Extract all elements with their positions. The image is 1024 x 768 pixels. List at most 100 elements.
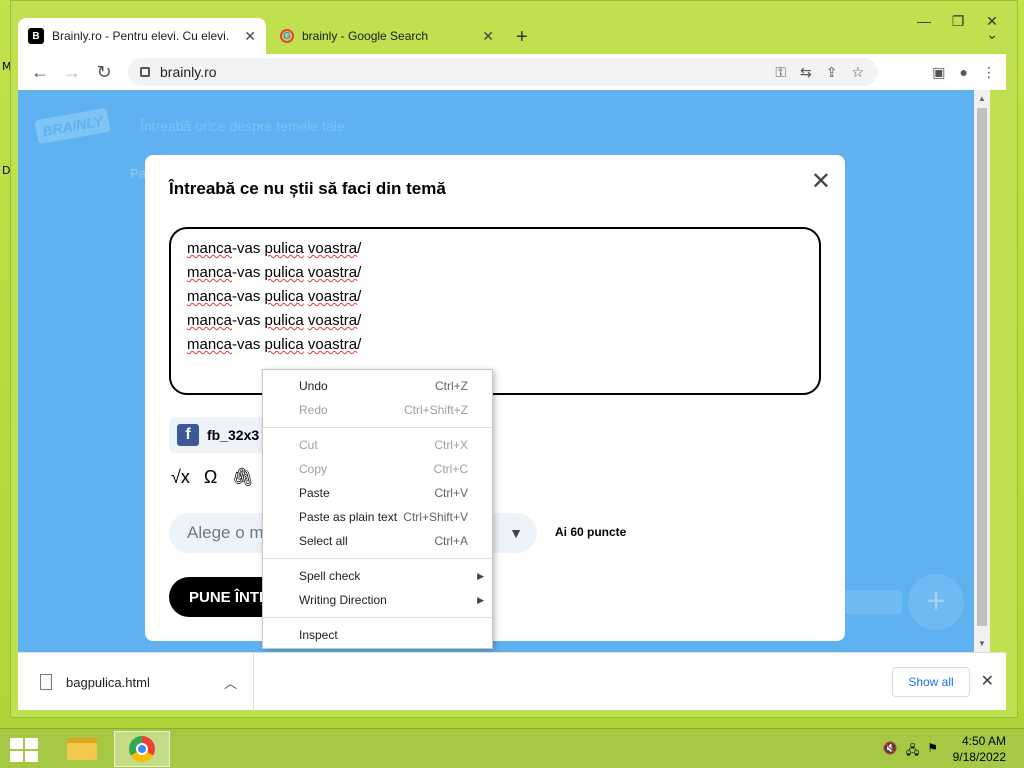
clock-time: 4:50 AM xyxy=(961,734,1006,748)
menu-item-select-all[interactable]: Select all Ctrl+A xyxy=(263,529,492,553)
menu-item-shortcut: Ctrl+X xyxy=(434,438,468,452)
editor-tools: √x Ω 🖇 xyxy=(171,467,254,488)
submenu-arrow-icon: ▶ xyxy=(477,570,484,581)
browser-toolbar: ← → ↻ brainly.ro ⚿ ⇆ ⇪ ☆ ▣ ● ⋮ xyxy=(18,54,1006,90)
show-all-button[interactable]: Show all xyxy=(892,667,970,697)
math-formula-icon[interactable]: √x xyxy=(171,467,190,488)
close-modal-icon[interactable]: ✕ xyxy=(811,167,831,196)
toolbar-right: ▣ ● ⋮ xyxy=(932,64,996,81)
star-icon[interactable]: ☆ xyxy=(851,64,864,81)
scroll-down-icon[interactable]: ▼ xyxy=(978,639,986,648)
menu-item-label: Cut xyxy=(299,438,318,452)
menu-item-spell-check[interactable]: Spell check ▶ xyxy=(263,564,492,588)
menu-item-label: Paste as plain text xyxy=(299,510,398,524)
text-line: manca-vas pulica voastra/ xyxy=(187,240,362,257)
menu-item-cut: Cut Ctrl+X xyxy=(263,433,492,457)
volume-muted-icon[interactable]: 🔇 xyxy=(883,741,898,762)
close-tab-icon[interactable]: ✕ xyxy=(482,28,494,45)
download-item[interactable]: bagpulica.html ︿ xyxy=(18,653,254,711)
new-tab-button[interactable]: + xyxy=(516,26,528,49)
menu-item-shortcut: Ctrl+Shift+Z xyxy=(403,403,468,417)
menu-item-paste[interactable]: Paste Ctrl+V xyxy=(263,481,492,505)
scrollbar-thumb[interactable] xyxy=(977,108,987,626)
background-search: Întreabă orice despre temele tale xyxy=(140,118,345,134)
omnibox-actions: ⚿ ⇆ ⇪ ☆ xyxy=(775,64,864,81)
menu-item-shortcut: Ctrl+Shift+V xyxy=(403,510,468,524)
submenu-arrow-icon: ▶ xyxy=(477,594,484,605)
tab-search-chevron-icon[interactable]: ⌄ xyxy=(986,26,998,43)
key-icon[interactable]: ⚿ xyxy=(775,64,786,81)
tab-title: brainly - Google Search xyxy=(302,29,429,43)
attachment-name: fb_32x3 xyxy=(207,427,260,443)
menu-item-paste-as-plain-text[interactable]: Paste as plain text Ctrl+Shift+V xyxy=(263,505,492,529)
system-clock[interactable]: 4:50 AM 9/18/2022 xyxy=(953,733,1006,765)
scroll-up-icon[interactable]: ▲ xyxy=(978,94,986,103)
side-panel-icon[interactable]: ▣ xyxy=(932,64,945,81)
taskbar: 🔇 🖧 ⚑ 4:50 AM 9/18/2022 xyxy=(0,728,1024,768)
paperclip-icon[interactable]: 🖇 xyxy=(231,467,254,488)
chrome-taskbar-icon[interactable] xyxy=(114,731,170,767)
page-header: BRAINLY Întreabă orice despre temele tal… xyxy=(18,90,974,160)
chevron-down-icon: ▼ xyxy=(509,525,523,541)
file-explorer-icon[interactable] xyxy=(54,731,110,767)
text-line: manca-vas pulica voastra/ xyxy=(187,336,362,353)
forward-arrow-icon[interactable]: → xyxy=(56,62,88,83)
menu-item-copy: Copy Ctrl+C xyxy=(263,457,492,481)
text-line: manca-vas pulica voastra/ xyxy=(187,312,362,329)
brainly-favicon-icon: B xyxy=(28,28,44,44)
tab-brainly[interactable]: B Brainly.ro - Pentru elevi. Cu elevi. ✕ xyxy=(18,18,266,54)
menu-item-label: Inspect xyxy=(299,628,338,642)
menu-item-label: Copy xyxy=(299,462,328,476)
background-text: Pa xyxy=(130,166,146,181)
menu-item-label: Spell check xyxy=(299,569,361,583)
subject-placeholder: Alege o ma xyxy=(187,523,273,542)
menu-item-inspect[interactable]: Inspect xyxy=(263,623,492,647)
system-tray: 🔇 🖧 ⚑ xyxy=(883,741,938,762)
text-line: manca-vas pulica voastra/ xyxy=(187,288,362,305)
close-tab-icon[interactable]: ✕ xyxy=(244,28,256,45)
google-favicon-icon: G xyxy=(280,29,294,43)
share-icon[interactable]: ⇪ xyxy=(826,64,838,81)
menu-item-undo[interactable]: Undo Ctrl+Z xyxy=(263,374,492,398)
url-text: brainly.ro xyxy=(160,64,217,80)
menu-item-shortcut: Ctrl+Z xyxy=(435,379,468,393)
points-label: Ai 60 puncte xyxy=(555,525,627,539)
address-bar[interactable]: brainly.ro ⚿ ⇆ ⇪ ☆ xyxy=(128,58,878,86)
menu-separator xyxy=(263,617,492,618)
menu-item-label: Redo xyxy=(299,403,328,417)
omega-symbol-icon[interactable]: Ω xyxy=(204,467,217,488)
document-icon xyxy=(40,674,52,690)
menu-item-writing-direction[interactable]: Writing Direction ▶ xyxy=(263,588,492,612)
page-scrollbar[interactable]: ▲ ▼ xyxy=(974,90,990,652)
menu-item-label: Undo xyxy=(299,379,328,393)
add-question-fab-icon: + xyxy=(908,574,964,630)
profile-icon[interactable]: ● xyxy=(960,64,968,81)
close-download-bar-icon[interactable]: ✕ xyxy=(981,671,994,691)
tab-title: Brainly.ro - Pentru elevi. Cu elevi. xyxy=(52,29,230,43)
network-icon[interactable]: 🖧 xyxy=(906,741,919,762)
translate-icon[interactable]: ⇆ xyxy=(800,64,812,81)
windows-start-icon[interactable] xyxy=(10,738,38,762)
menu-item-shortcut: Ctrl+A xyxy=(434,534,468,548)
action-center-icon[interactable]: ⚑ xyxy=(927,741,938,762)
clock-date: 9/18/2022 xyxy=(952,750,1006,764)
tab-strip: B Brainly.ro - Pentru elevi. Cu elevi. ✕… xyxy=(18,18,1012,54)
menu-item-label: Select all xyxy=(299,534,348,548)
menu-item-label: Writing Direction xyxy=(299,593,387,607)
tab-google-search[interactable]: G brainly - Google Search ✕ xyxy=(270,18,504,54)
menu-separator xyxy=(263,427,492,428)
modal-title: Întreabă ce nu știi să faci din temă xyxy=(169,179,446,198)
brainly-logo: BRAINLY xyxy=(34,107,111,145)
menu-item-shortcut: Ctrl+C xyxy=(433,462,468,476)
menu-kebab-icon[interactable]: ⋮ xyxy=(982,64,996,81)
lock-icon xyxy=(140,67,150,77)
background-pill xyxy=(840,590,902,614)
back-arrow-icon[interactable]: ← xyxy=(24,62,56,83)
attachment-chip[interactable]: f fb_32x3 xyxy=(169,417,265,453)
context-menu: Undo Ctrl+Z Redo Ctrl+Shift+Z Cut Ctrl+X Copy C… xyxy=(262,369,493,649)
chevron-up-icon[interactable]: ︿ xyxy=(224,673,237,692)
menu-item-redo: Redo Ctrl+Shift+Z xyxy=(263,398,492,422)
facebook-icon: f xyxy=(177,424,199,446)
menu-item-shortcut: Ctrl+V xyxy=(434,486,468,500)
reload-icon[interactable]: ↻ xyxy=(88,62,120,83)
